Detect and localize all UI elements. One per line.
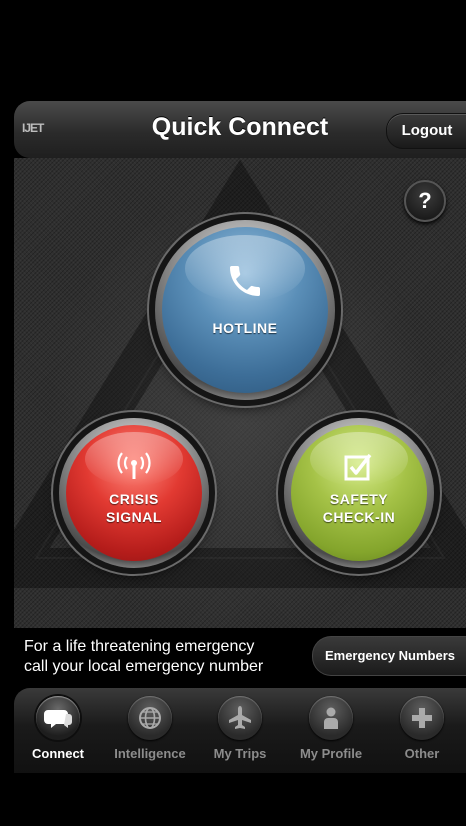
hotline-label: HOTLINE xyxy=(212,320,278,336)
tab-bar: Connect Intelligence My Trips My Profile… xyxy=(14,688,466,773)
tab-my-trips-label: My Trips xyxy=(213,746,267,761)
crisis-signal-button-face: CRISIS SIGNAL xyxy=(66,425,202,561)
tab-intelligence-label: Intelligence xyxy=(114,746,186,761)
globe-icon xyxy=(128,696,172,740)
airplane-icon xyxy=(218,696,262,740)
tab-my-trips[interactable]: My Trips xyxy=(196,696,284,771)
broadcast-icon xyxy=(117,452,151,479)
emergency-info-line2: call your local emergency number xyxy=(24,658,264,675)
emergency-info-line1: For a life threatening emergency xyxy=(24,638,255,655)
tab-my-profile-label: My Profile xyxy=(299,746,363,761)
tab-other[interactable]: Other xyxy=(378,696,466,771)
checkbox-icon xyxy=(344,453,372,481)
chat-bubbles-icon xyxy=(36,696,80,740)
hotline-button[interactable]: HOTLINE xyxy=(155,220,335,400)
person-icon xyxy=(309,696,353,740)
tab-intelligence[interactable]: Intelligence xyxy=(106,696,194,771)
logout-button[interactable]: Logout xyxy=(386,113,466,149)
header-bar: IJET Quick Connect Logout xyxy=(14,101,466,158)
tab-connect-label: Connect xyxy=(32,746,84,761)
help-button[interactable]: ? xyxy=(404,180,446,222)
emergency-info-text: For a life threatening emergency call yo… xyxy=(24,637,324,677)
plus-icon xyxy=(400,696,444,740)
safety-check-in-button[interactable]: SAFETY CHECK-IN xyxy=(284,418,434,568)
emergency-numbers-button[interactable]: Emergency Numbers xyxy=(312,636,466,676)
hotline-button-face: HOTLINE xyxy=(162,227,328,393)
safety-label-line2: CHECK-IN xyxy=(322,509,396,525)
crisis-signal-button[interactable]: CRISIS SIGNAL xyxy=(59,418,209,568)
safety-label-line1: SAFETY xyxy=(329,491,389,507)
tab-connect[interactable]: Connect xyxy=(14,696,102,771)
emergency-info-bar: For a life threatening emergency call yo… xyxy=(14,628,466,686)
crisis-label-line1: CRISIS xyxy=(109,491,159,507)
phone-icon xyxy=(230,266,260,296)
app-screen: IJET Quick Connect Logout ? HOTLINE CRIS… xyxy=(0,0,466,826)
tab-my-profile[interactable]: My Profile xyxy=(287,696,375,771)
tab-other-label: Other xyxy=(404,746,440,761)
quick-connect-panel: ? HOTLINE CRISIS SIGNAL SAFETY CHECK-IN xyxy=(14,158,466,628)
crisis-label-line2: SIGNAL xyxy=(106,509,162,525)
safety-check-in-button-face: SAFETY CHECK-IN xyxy=(291,425,427,561)
